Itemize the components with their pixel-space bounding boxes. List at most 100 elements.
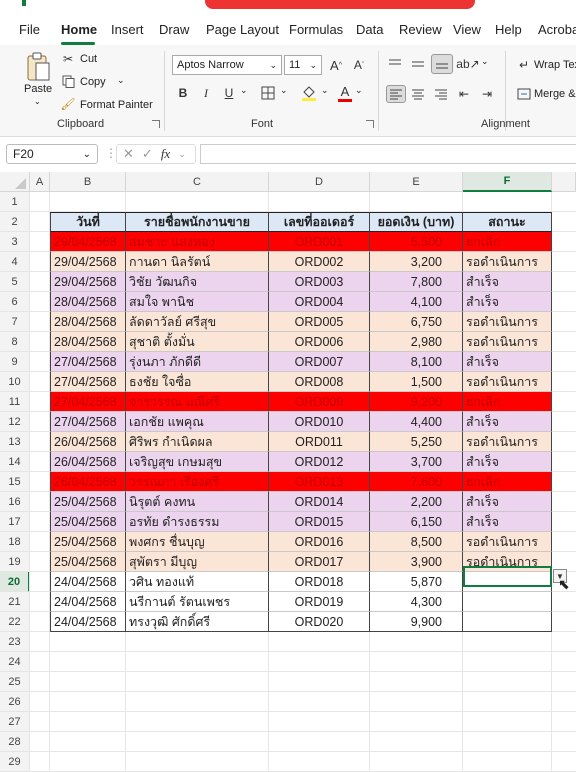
table-cell-order[interactable]: ORD019 [269, 592, 370, 612]
font-color-dropdown-icon[interactable]: ⌄ [355, 85, 363, 96]
table-cell-name[interactable]: พงศกร ชื่นบุญ [126, 532, 269, 552]
table-cell-name[interactable]: รุ่งนภา ภักดีดี [126, 352, 269, 372]
underline-button[interactable]: U [222, 85, 236, 101]
cancel-icon[interactable]: ✕ [123, 146, 134, 162]
table-cell-order[interactable]: ORD009 [269, 392, 370, 412]
table-cell-amount[interactable]: 5,500 [370, 232, 463, 252]
table-cell-amount[interactable]: 9,200 [370, 392, 463, 412]
tab-help[interactable]: Help [495, 22, 522, 37]
row-header-8[interactable]: 8 [0, 332, 30, 352]
wrap-text-button[interactable]: Wrap Text [534, 59, 576, 71]
table-cell-status[interactable]: ยกเลิก [463, 232, 552, 252]
table-cell-status[interactable]: รอดำเนินการ [463, 312, 552, 332]
table-cell-date[interactable]: 26/04/2568 [50, 472, 126, 492]
column-header-d[interactable]: D [269, 172, 370, 192]
copy-icon[interactable] [61, 74, 75, 88]
table-cell-date[interactable]: 25/04/2568 [50, 492, 126, 512]
table-cell-status[interactable] [463, 612, 552, 632]
tab-insert[interactable]: Insert [111, 22, 144, 37]
clipboard-launcher-icon[interactable] [152, 120, 160, 128]
table-cell-date[interactable]: 28/04/2568 [50, 332, 126, 352]
table-cell-name[interactable]: จารุวรรณ มณีศรี [126, 392, 269, 412]
orientation-dropdown-icon[interactable]: ⌄ [481, 56, 489, 67]
align-right-icon[interactable] [432, 85, 450, 103]
table-cell-name[interactable]: เจริญสุข เกษมสุข [126, 452, 269, 472]
insert-function-button[interactable]: fx [161, 146, 170, 162]
column-header-b[interactable]: B [50, 172, 126, 192]
table-cell-date[interactable]: 29/04/2568 [50, 232, 126, 252]
row-header-13[interactable]: 13 [0, 432, 30, 452]
table-cell-amount[interactable]: 8,100 [370, 352, 463, 372]
increase-indent-icon[interactable]: ⇥ [478, 85, 496, 103]
font-size-select[interactable]: 11 ⌄ [284, 55, 322, 75]
table-cell-amount[interactable]: 9,900 [370, 612, 463, 632]
row-header-19[interactable]: 19 [0, 552, 30, 572]
table-cell-name[interactable]: ธงชัย ใจซื่อ [126, 372, 269, 392]
enter-icon[interactable]: ✓ [142, 146, 153, 162]
table-cell-amount[interactable]: 4,300 [370, 592, 463, 612]
table-cell-name[interactable]: ทรงวุฒิ ศักดิ์ศรี [126, 612, 269, 632]
table-cell-order[interactable]: ORD014 [269, 492, 370, 512]
row-header-5[interactable]: 5 [0, 272, 30, 292]
cut-button[interactable]: Cut [80, 53, 97, 65]
row-header-12[interactable]: 12 [0, 412, 30, 432]
table-cell-status[interactable]: สำเร็จ [463, 352, 552, 372]
table-cell-date[interactable]: 25/04/2568 [50, 552, 126, 572]
column-header-e[interactable]: E [370, 172, 463, 192]
table-cell-order[interactable]: ORD017 [269, 552, 370, 572]
table-cell-status[interactable]: สำเร็จ [463, 512, 552, 532]
table-cell-status[interactable]: สำเร็จ [463, 412, 552, 432]
table-cell-amount[interactable]: 4,100 [370, 292, 463, 312]
decrease-indent-icon[interactable]: ⇤ [455, 85, 473, 103]
borders-dropdown-icon[interactable]: ⌄ [280, 85, 288, 96]
borders-icon[interactable] [259, 84, 277, 102]
row-header-10[interactable]: 10 [0, 372, 30, 392]
table-cell-amount[interactable]: 6,150 [370, 512, 463, 532]
font-name-select[interactable]: Aptos Narrow ⌄ [172, 55, 282, 75]
name-box[interactable]: F20 ⌄ [6, 144, 98, 164]
table-cell-status[interactable]: ยกเลิก [463, 392, 552, 412]
align-center-icon[interactable] [409, 85, 427, 103]
row-header-28[interactable]: 28 [0, 732, 30, 752]
row-header-21[interactable]: 21 [0, 592, 30, 612]
table-cell-date[interactable]: 27/04/2568 [50, 372, 126, 392]
row-header-22[interactable]: 22 [0, 612, 30, 632]
table-cell-amount[interactable]: 3,700 [370, 452, 463, 472]
tab-review[interactable]: Review [399, 22, 442, 37]
table-cell-order[interactable]: ORD015 [269, 512, 370, 532]
bold-button[interactable]: B [176, 85, 190, 101]
row-header-24[interactable]: 24 [0, 652, 30, 672]
table-cell-date[interactable]: 26/04/2568 [50, 452, 126, 472]
table-cell-status[interactable]: รอดำเนินการ [463, 372, 552, 392]
align-bottom-icon[interactable] [431, 54, 453, 74]
table-cell-status[interactable]: รอดำเนินการ [463, 432, 552, 452]
row-header-9[interactable]: 9 [0, 352, 30, 372]
fill-color-icon[interactable] [300, 83, 318, 103]
table-cell-name[interactable]: อรทัย ดำรงธรรม [126, 512, 269, 532]
table-cell-amount[interactable]: 7,800 [370, 272, 463, 292]
table-cell-date[interactable]: 29/04/2568 [50, 272, 126, 292]
table-header-cell[interactable]: ยอดเงิน (บาท) [370, 212, 463, 232]
row-header-11[interactable]: 11 [0, 392, 30, 412]
merge-button[interactable]: Merge & [534, 88, 576, 100]
row-header-15[interactable]: 15 [0, 472, 30, 492]
row-header-4[interactable]: 4 [0, 252, 30, 272]
table-cell-status[interactable] [463, 592, 552, 612]
column-header-g[interactable] [552, 172, 576, 192]
row-header-26[interactable]: 26 [0, 692, 30, 712]
table-cell-name[interactable]: สมชาย แสงทอง [126, 232, 269, 252]
table-cell-order[interactable]: ORD005 [269, 312, 370, 332]
table-cell-order[interactable]: ORD007 [269, 352, 370, 372]
table-cell-date[interactable]: 28/04/2568 [50, 312, 126, 332]
table-cell-date[interactable]: 29/04/2568 [50, 252, 126, 272]
table-cell-name[interactable]: วศิน ทองแท้ [126, 572, 269, 592]
row-header-3[interactable]: 3 [0, 232, 30, 252]
table-cell-status[interactable]: ยกเลิก [463, 472, 552, 492]
row-header-18[interactable]: 18 [0, 532, 30, 552]
table-cell-order[interactable]: ORD016 [269, 532, 370, 552]
font-launcher-icon[interactable] [366, 120, 374, 128]
select-all-corner[interactable] [0, 172, 30, 192]
table-cell-amount[interactable]: 1,500 [370, 372, 463, 392]
row-header-6[interactable]: 6 [0, 292, 30, 312]
copy-button[interactable]: Copy [80, 76, 106, 88]
